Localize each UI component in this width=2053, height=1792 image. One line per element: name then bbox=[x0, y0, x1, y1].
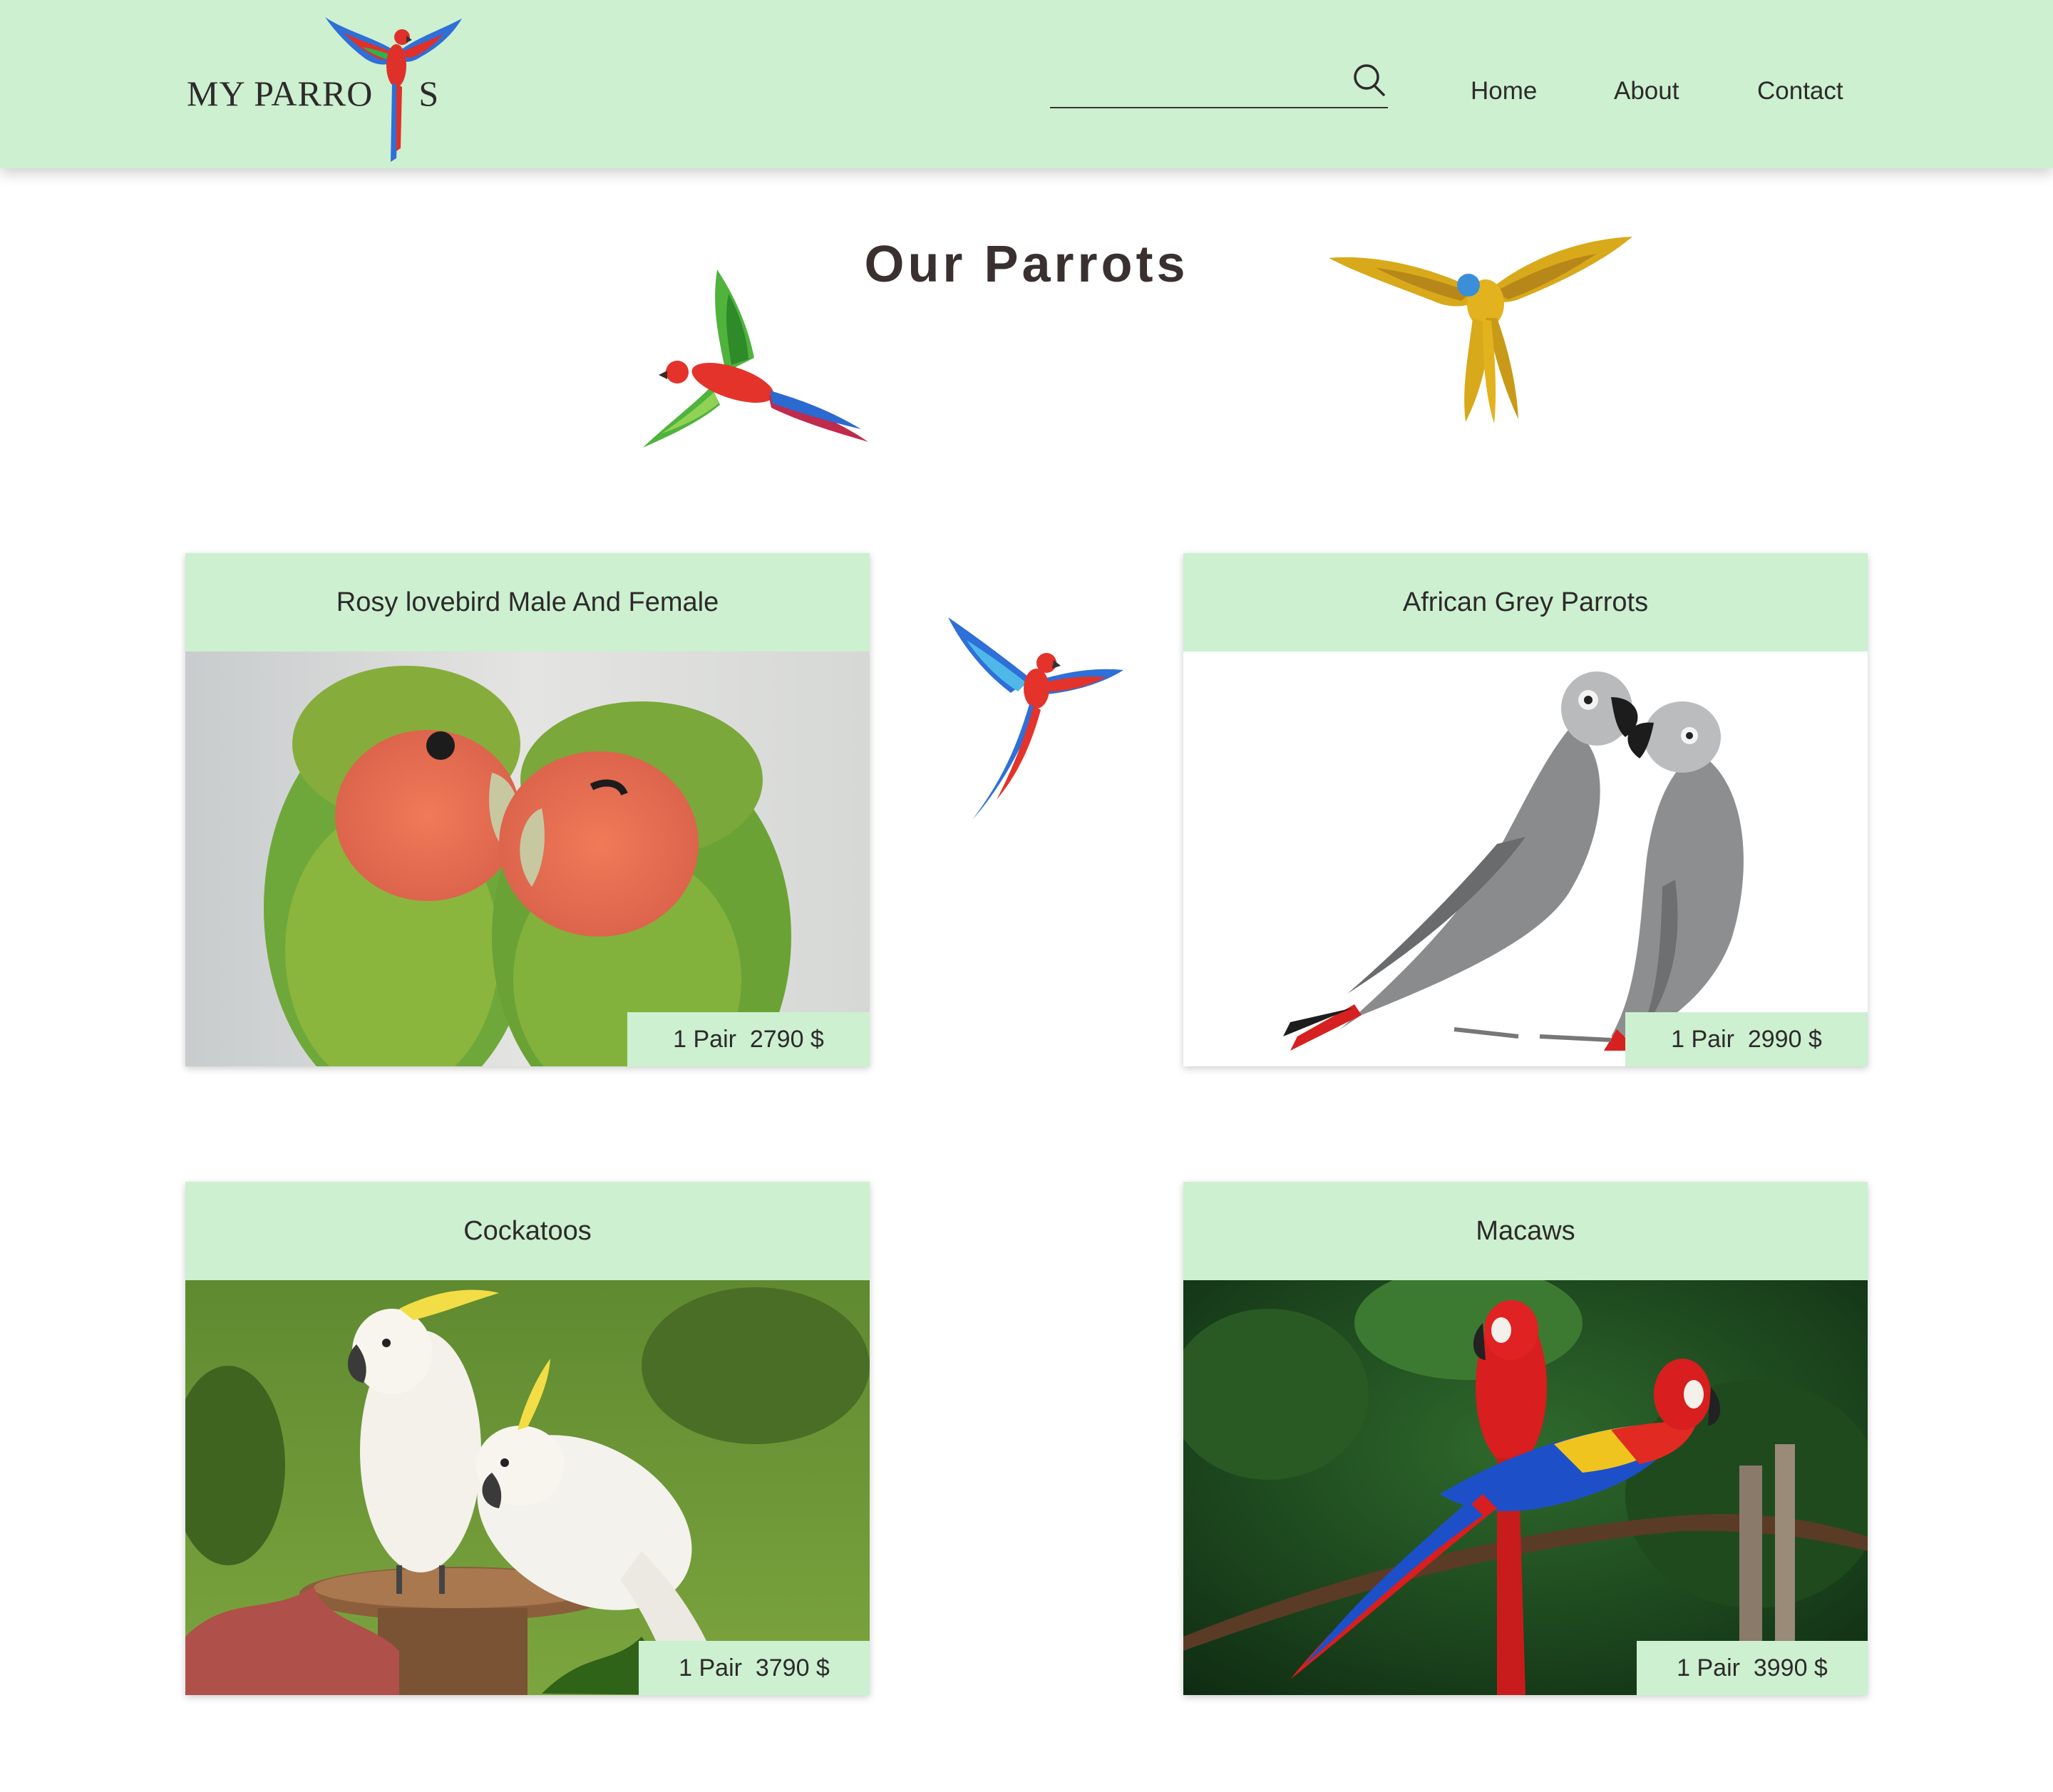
cockatoos-photo bbox=[185, 1280, 870, 1695]
price-tag: 1 Pair 2990 $ bbox=[1625, 1012, 1868, 1066]
cockatoos-image: 1 Pair 3790 $ bbox=[185, 1280, 870, 1695]
search-input[interactable] bbox=[1050, 64, 1335, 100]
macaws-image: 1 Pair 3990 $ bbox=[1183, 1280, 1868, 1695]
nav-about[interactable]: About bbox=[1614, 77, 1679, 105]
card-title: Cockatoos bbox=[185, 1182, 870, 1280]
card-title: African Grey Parrots bbox=[1183, 553, 1868, 652]
site-header: MY PARRO S Home About Contact bbox=[0, 0, 2053, 168]
blue-gold-macaw-flying-icon bbox=[1329, 237, 1632, 423]
nav-home[interactable]: Home bbox=[1471, 77, 1537, 105]
site-logo[interactable]: MY PARRO S bbox=[187, 16, 472, 165]
price-tag: 1 Pair 3990 $ bbox=[1637, 1641, 1868, 1695]
african-grey-image: 1 Pair 2990 $ bbox=[1183, 652, 1868, 1066]
african-grey-photo bbox=[1183, 652, 1868, 1066]
price-tag: 1 Pair 2790 $ bbox=[627, 1012, 870, 1066]
scarlet-macaw-flying-icon bbox=[948, 617, 1123, 820]
price-tag: 1 Pair 3790 $ bbox=[639, 1641, 870, 1695]
green-macaw-flying-icon bbox=[643, 269, 868, 448]
search-icon[interactable] bbox=[1351, 61, 1388, 98]
card-title: Macaws bbox=[1183, 1182, 1868, 1280]
product-card[interactable]: African Grey Parrots 1 Pair 2990 $ bbox=[1183, 553, 1868, 1066]
product-card[interactable]: Rosy lovebird Male And Female 1 Pair 279… bbox=[185, 553, 870, 1066]
card-title: Rosy lovebird Male And Female bbox=[185, 553, 870, 652]
product-card[interactable]: Macaws 1 Pair 3990 $ bbox=[1183, 1182, 1868, 1695]
macaw-logo-icon bbox=[325, 17, 462, 162]
page-title: Our Parrots bbox=[864, 236, 1189, 293]
search-box bbox=[1050, 57, 1388, 108]
lovebirds-image: 1 Pair 2790 $ bbox=[185, 652, 870, 1066]
macaws-photo bbox=[1183, 1280, 1868, 1695]
nav-contact[interactable]: Contact bbox=[1757, 77, 1843, 105]
product-card[interactable]: Cockatoos 1 Pair 3790 $ bbox=[185, 1182, 870, 1695]
